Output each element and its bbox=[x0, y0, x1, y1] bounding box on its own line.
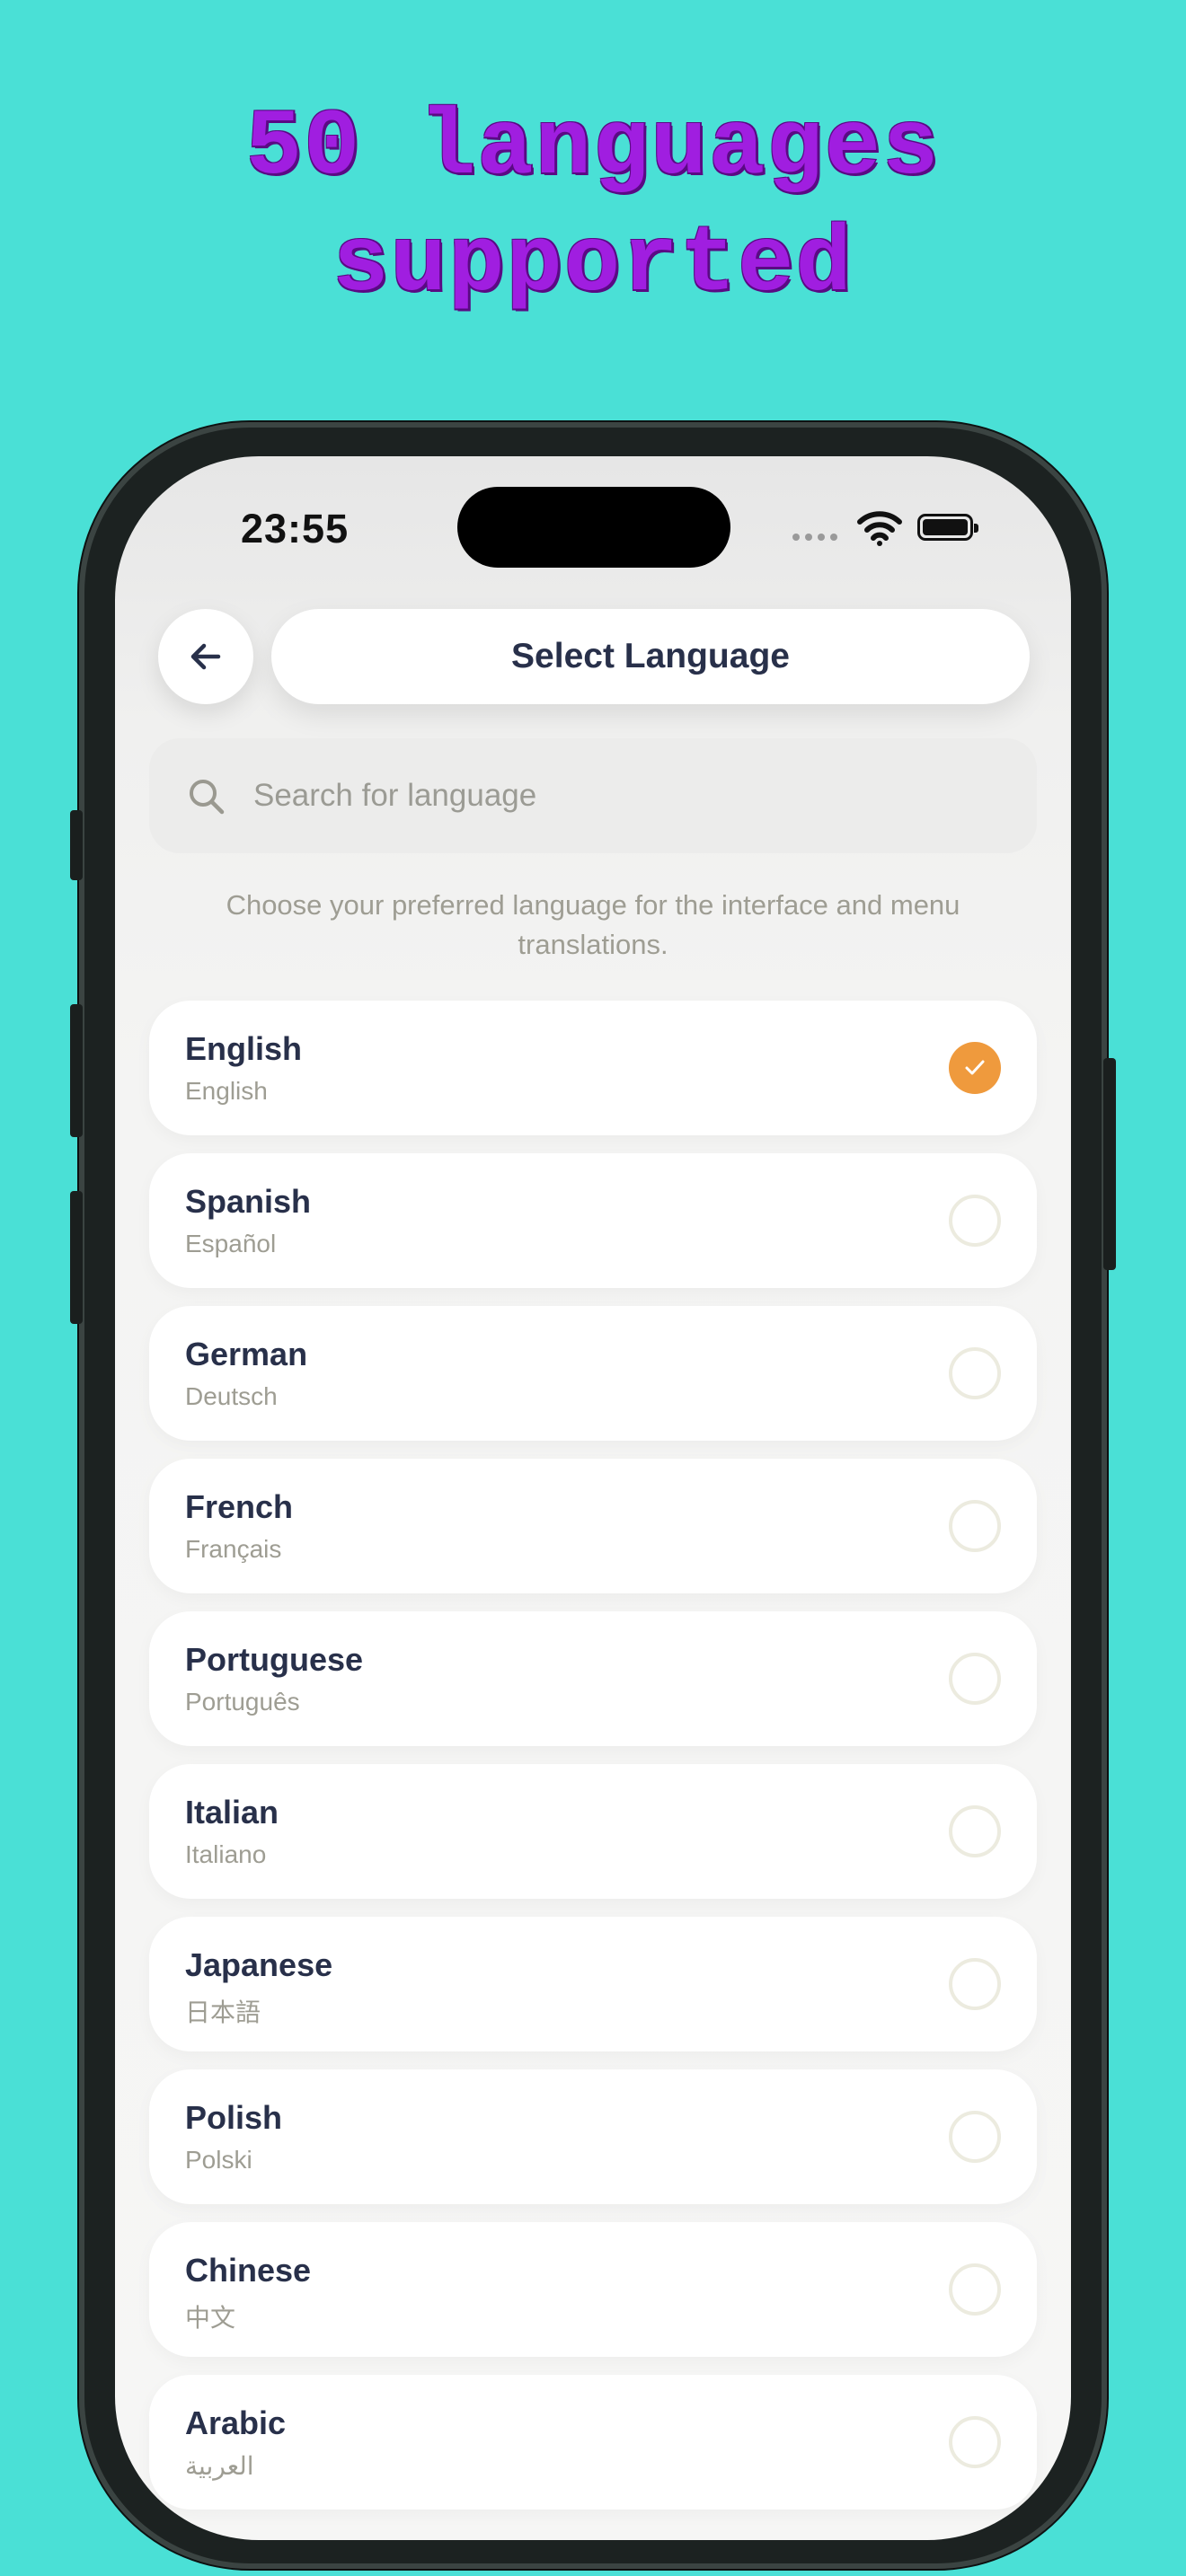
selected-radio[interactable] bbox=[949, 1042, 1001, 1094]
phone-power-button bbox=[1103, 1058, 1116, 1270]
promo-headline-line-2: supported bbox=[332, 212, 854, 318]
language-native-name: العربية bbox=[185, 2452, 254, 2480]
promo-headline-line-1: 50 languages bbox=[245, 95, 941, 201]
dynamic-island bbox=[457, 487, 730, 568]
language-native-name: Italiano bbox=[185, 1840, 267, 1868]
description-text: Choose your preferred language for the i… bbox=[226, 889, 960, 960]
unselected-radio[interactable] bbox=[949, 2263, 1001, 2316]
language-option-german[interactable]: German Deutsch bbox=[149, 1306, 1037, 1441]
page-title: Select Language bbox=[271, 609, 1030, 704]
search-input[interactable] bbox=[252, 777, 938, 815]
language-name: Japanese bbox=[185, 1946, 333, 1983]
language-native-name: 中文 bbox=[185, 2304, 236, 2332]
language-name: Italian bbox=[185, 1794, 279, 1831]
language-option-french[interactable]: French Français bbox=[149, 1459, 1037, 1593]
unselected-radio[interactable] bbox=[949, 2416, 1001, 2468]
language-name: Spanish bbox=[185, 1183, 312, 1220]
search-icon bbox=[190, 780, 225, 815]
status-time: 23:55 bbox=[241, 506, 350, 551]
unselected-radio[interactable] bbox=[949, 1347, 1001, 1399]
wifi-icon bbox=[857, 511, 902, 546]
language-name: Arabic bbox=[185, 2404, 287, 2441]
language-native-name: English bbox=[185, 1077, 268, 1105]
language-native-name: Español bbox=[185, 1230, 277, 1257]
language-name: Polish bbox=[185, 2099, 283, 2136]
language-native-name: Polski bbox=[185, 2146, 252, 2174]
language-option-arabic[interactable]: Arabic العربية bbox=[149, 2375, 1037, 2510]
phone-volume-down-button bbox=[70, 1191, 83, 1324]
arrow-left-icon bbox=[190, 643, 221, 670]
unselected-radio[interactable] bbox=[949, 1195, 1001, 1247]
language-option-spanish[interactable]: Spanish Español bbox=[149, 1153, 1037, 1288]
language-option-japanese[interactable]: Japanese 日本語 bbox=[149, 1917, 1037, 2051]
phone-screen: 23:55 Select Language Choose your prefer… bbox=[115, 456, 1071, 2540]
unselected-radio[interactable] bbox=[949, 1500, 1001, 1552]
language-native-name: Français bbox=[185, 1535, 282, 1563]
unselected-radio[interactable] bbox=[949, 1653, 1001, 1705]
language-option-portuguese[interactable]: Portuguese Português bbox=[149, 1611, 1037, 1746]
battery-icon bbox=[917, 514, 978, 541]
language-option-chinese[interactable]: Chinese 中文 bbox=[149, 2222, 1037, 2357]
back-button[interactable] bbox=[158, 609, 253, 704]
language-name: French bbox=[185, 1488, 294, 1525]
unselected-radio[interactable] bbox=[949, 1958, 1001, 2010]
language-name: English bbox=[185, 1030, 303, 1067]
phone-action-button bbox=[70, 810, 83, 880]
language-native-name: Português bbox=[185, 1688, 300, 1716]
language-list: English English Spanish Español German D… bbox=[149, 1001, 1037, 2527]
promo-headline: 50 languages supported bbox=[0, 90, 1186, 323]
language-name: Portuguese bbox=[185, 1641, 364, 1678]
cellular-signal-icon bbox=[792, 534, 837, 541]
phone-volume-up-button bbox=[70, 1004, 83, 1137]
language-native-name: Deutsch bbox=[185, 1382, 278, 1410]
unselected-radio[interactable] bbox=[949, 1805, 1001, 1857]
language-option-polish[interactable]: Polish Polski bbox=[149, 2069, 1037, 2204]
language-option-italian[interactable]: Italian Italiano bbox=[149, 1764, 1037, 1899]
language-option-english[interactable]: English English bbox=[149, 1001, 1037, 1135]
language-name: German bbox=[185, 1336, 308, 1372]
search-field[interactable] bbox=[149, 738, 1037, 853]
language-name: Chinese bbox=[185, 2252, 312, 2289]
unselected-radio[interactable] bbox=[949, 2111, 1001, 2163]
language-native-name: 日本語 bbox=[185, 1998, 261, 2026]
checkmark-icon bbox=[965, 1060, 985, 1075]
